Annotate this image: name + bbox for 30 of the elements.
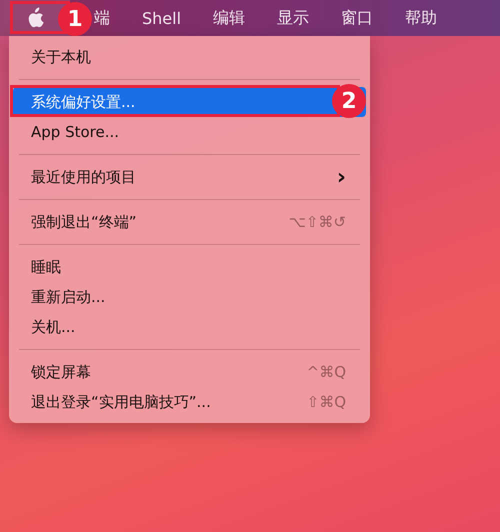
menu-item[interactable]: 关于本机 (13, 42, 366, 72)
menu-bar-item[interactable]: 编辑 (213, 8, 246, 28)
menu-item[interactable]: 锁定屏幕 ^⌘Q (13, 357, 366, 387)
menu-item[interactable]: 最近使用的项目 › (13, 162, 366, 192)
menu-item-label: 强制退出“终端” (31, 212, 137, 232)
apple-logo-icon[interactable] (26, 7, 44, 29)
menu-item-label: 重新启动... (31, 288, 106, 306)
menu-item[interactable]: App Store... (13, 117, 366, 147)
menu-item-label: 退出登录“实用电脑技巧”... (31, 392, 211, 412)
menu-bar-item[interactable]: 帮助 (405, 8, 438, 28)
menu-item[interactable]: 强制退出“终端” ⌥⇧⌘↺ (13, 207, 366, 237)
menu-bar-item[interactable]: 端 (94, 8, 110, 28)
menu-item-label: 关机... (31, 318, 76, 336)
keyboard-shortcut: ⇧⌘Q (306, 393, 346, 411)
menu-item[interactable]: 关机... (13, 312, 366, 342)
keyboard-shortcut: ^⌘Q (306, 363, 346, 381)
menu-item-label: 最近使用的项目 (31, 168, 136, 186)
submenu-arrow: › (336, 164, 346, 190)
menu-bar-item[interactable]: 显示 (277, 8, 310, 28)
menu-item-label: 锁定屏幕 (31, 362, 91, 382)
menu-item[interactable]: 退出登录“实用电脑技巧”... ⇧⌘Q (13, 387, 366, 417)
menu-item-label: App Store... (31, 123, 120, 141)
menu-bar-item[interactable]: 窗口 (341, 8, 374, 28)
keyboard-shortcut: ⌥⇧⌘↺ (288, 213, 346, 231)
menu-bar-item[interactable]: Shell (142, 8, 182, 28)
menu-item[interactable]: 重新启动... (13, 282, 366, 312)
menu-item-label: 关于本机 (31, 48, 91, 66)
menu-item[interactable]: 睡眠 (13, 252, 366, 282)
menu-item-label: 系统偏好设置... (31, 92, 136, 112)
menu-item-label: 睡眠 (31, 258, 61, 276)
